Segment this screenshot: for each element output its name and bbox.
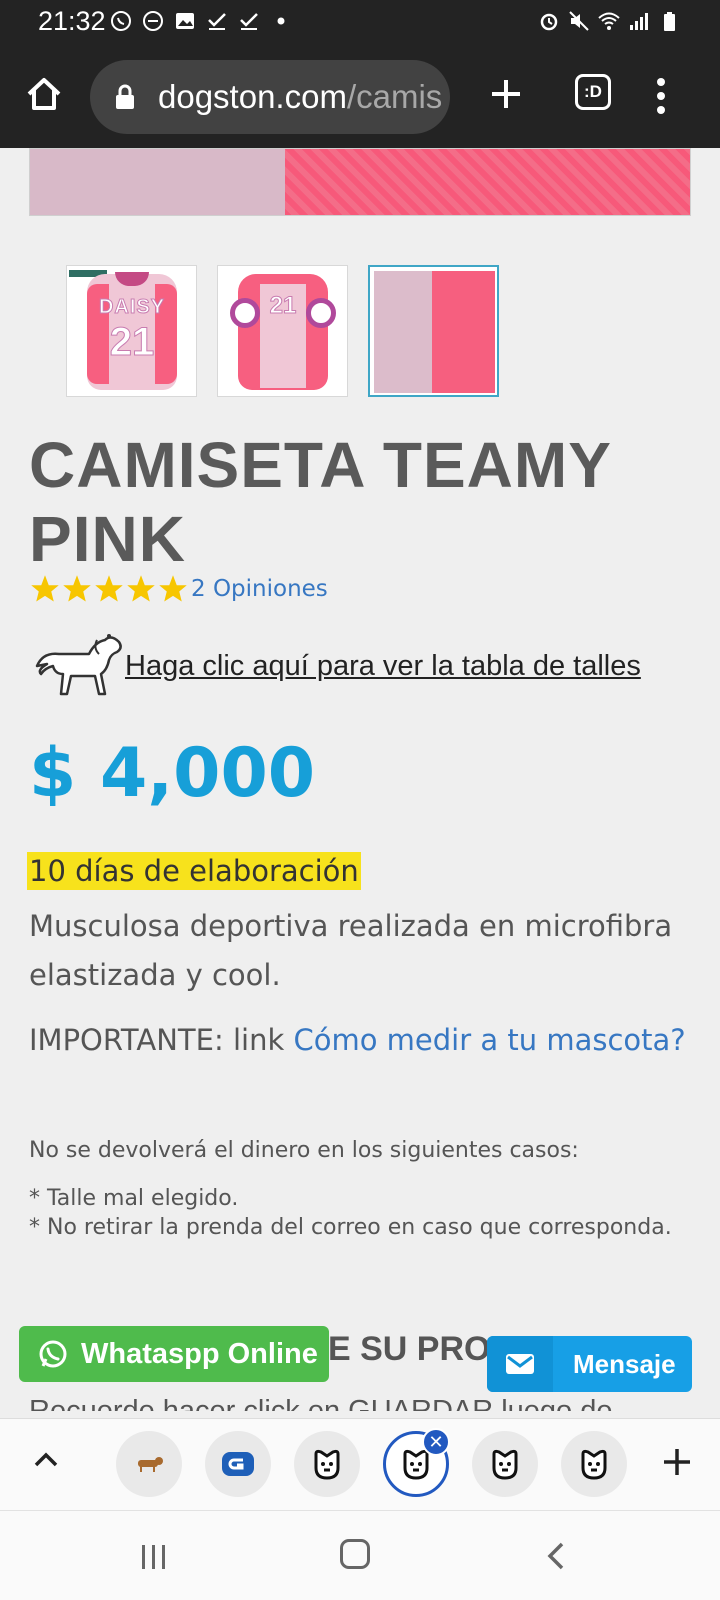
more-options-icon[interactable] — [655, 76, 667, 116]
shirt-front-image: DAISY 21 — [87, 272, 177, 390]
home-icon[interactable] — [24, 74, 64, 114]
tab-dogston-4[interactable] — [561, 1431, 627, 1497]
detail-light-fabric — [374, 271, 432, 393]
whatsapp-icon — [39, 1340, 67, 1368]
refund-cases: * Talle mal elegido. * No retirar la pre… — [29, 1184, 672, 1242]
refund-case-1: * Talle mal elegido. — [29, 1186, 239, 1211]
alarm-icon — [540, 13, 558, 31]
tab-switcher-button[interactable]: :D — [575, 74, 611, 110]
home-nav-icon[interactable] — [340, 1539, 370, 1569]
star-icon — [31, 575, 59, 602]
product-main-image[interactable] — [29, 148, 691, 216]
tab-strip: ✕ — [0, 1418, 720, 1510]
do-not-disturb-icon — [143, 11, 163, 31]
detail-pink-fabric — [432, 271, 495, 393]
check-icon — [208, 13, 226, 30]
new-tab-icon[interactable] — [486, 74, 526, 114]
url-domain: dogston.com — [158, 78, 347, 115]
star-icon — [159, 575, 187, 602]
dog-icon — [35, 634, 122, 696]
status-time: 21:32 — [38, 6, 106, 36]
check-icon — [240, 13, 258, 30]
elaboration-badge: 10 días de elaboración — [27, 852, 361, 890]
dachshund-icon — [138, 1457, 163, 1472]
navigation-bar — [0, 1510, 720, 1600]
thumbnail-detail[interactable] — [368, 265, 499, 397]
system-icons — [538, 10, 680, 32]
star-icon — [127, 575, 155, 602]
shirt-name-text: DAISY — [98, 296, 166, 319]
close-tab-icon[interactable]: ✕ — [422, 1428, 450, 1456]
shirt-back-number: 21 — [269, 292, 297, 320]
shirt-back-image: 21 — [230, 274, 336, 390]
section-heading: E SU PRO — [328, 1330, 491, 1368]
add-tab-icon[interactable] — [662, 1447, 692, 1477]
partial-text-line: Recuerde hacer click en GUARDAR luego de — [29, 1393, 720, 1411]
product-description: Musculosa deportiva realizada en microfi… — [29, 909, 673, 992]
whatsapp-label: Whataspp Online — [81, 1337, 318, 1370]
back-icon[interactable] — [546, 1541, 566, 1571]
dot-icon — [277, 17, 285, 25]
mute-icon — [569, 11, 589, 31]
shirt-number-text: 21 — [109, 320, 155, 365]
address-bar[interactable]: dogston.com/camis — [90, 60, 450, 134]
url-path: /camis — [346, 78, 443, 115]
whatsapp-button[interactable]: Whataspp Online — [19, 1326, 329, 1382]
url-text: dogston.com/camis — [158, 78, 442, 116]
tab-dachshund[interactable] — [116, 1431, 182, 1497]
important-note: IMPORTANTE: link Cómo medir a tu mascota… — [29, 1016, 689, 1065]
product-title: CAMISETA TEAMY PINK — [29, 429, 611, 575]
dog-face-icon — [314, 1449, 340, 1480]
dog-face-icon — [581, 1449, 607, 1480]
whatsapp-icon — [111, 11, 131, 31]
signal-icon — [630, 13, 648, 30]
star-icon — [95, 575, 123, 602]
lock-icon — [116, 84, 134, 109]
recent-apps-icon[interactable] — [140, 1543, 168, 1571]
shirt-collar — [115, 272, 149, 286]
product-main-image-fabric — [285, 149, 690, 215]
browser-toolbar: dogston.com/camis :D — [0, 46, 720, 148]
mail-icon — [487, 1336, 553, 1392]
thumbnail-back[interactable]: 21 — [217, 265, 348, 397]
thumbnail-front[interactable]: DAISY 21 — [66, 265, 197, 397]
product-price: $ 4,000 — [29, 734, 316, 813]
product-rating[interactable]: 2 Opiniones — [29, 574, 328, 604]
star-icon — [63, 575, 91, 602]
no-refund-text: No se devolverá el dinero en los siguien… — [29, 1138, 579, 1163]
notification-icons — [110, 10, 292, 32]
dog-face-icon — [492, 1449, 518, 1480]
status-bar: 21:32 — [0, 0, 720, 46]
tab-dogston-3[interactable] — [472, 1431, 538, 1497]
size-chart-link[interactable]: Haga clic aquí para ver la tabla de tall… — [125, 650, 641, 683]
wifi-icon — [598, 12, 620, 30]
chevron-up-icon[interactable] — [32, 1449, 60, 1469]
battery-icon — [664, 12, 675, 31]
size-chart-row: Haga clic aquí para ver la tabla de tall… — [27, 626, 641, 706]
important-prefix: IMPORTANTE: link — [29, 1023, 294, 1057]
product-thumbnails: DAISY 21 21 — [66, 265, 499, 397]
opinions-link[interactable]: 2 Opiniones — [191, 576, 328, 602]
gallery-icon — [176, 13, 194, 29]
tab-dogston-active[interactable]: ✕ — [383, 1428, 450, 1497]
measure-pet-link[interactable]: Cómo medir a tu mascota? — [293, 1023, 685, 1057]
message-button[interactable]: Mensaje — [487, 1336, 692, 1392]
message-label: Mensaje — [573, 1349, 676, 1379]
partial-text: Recuerde hacer click en GUARDAR luego de — [29, 1395, 613, 1411]
tab-g-site[interactable] — [205, 1431, 271, 1497]
refund-case-2: * No retirar la prenda del correo en cas… — [29, 1215, 672, 1240]
g-logo-icon — [222, 1452, 254, 1476]
tab-dogston-1[interactable] — [294, 1431, 360, 1497]
